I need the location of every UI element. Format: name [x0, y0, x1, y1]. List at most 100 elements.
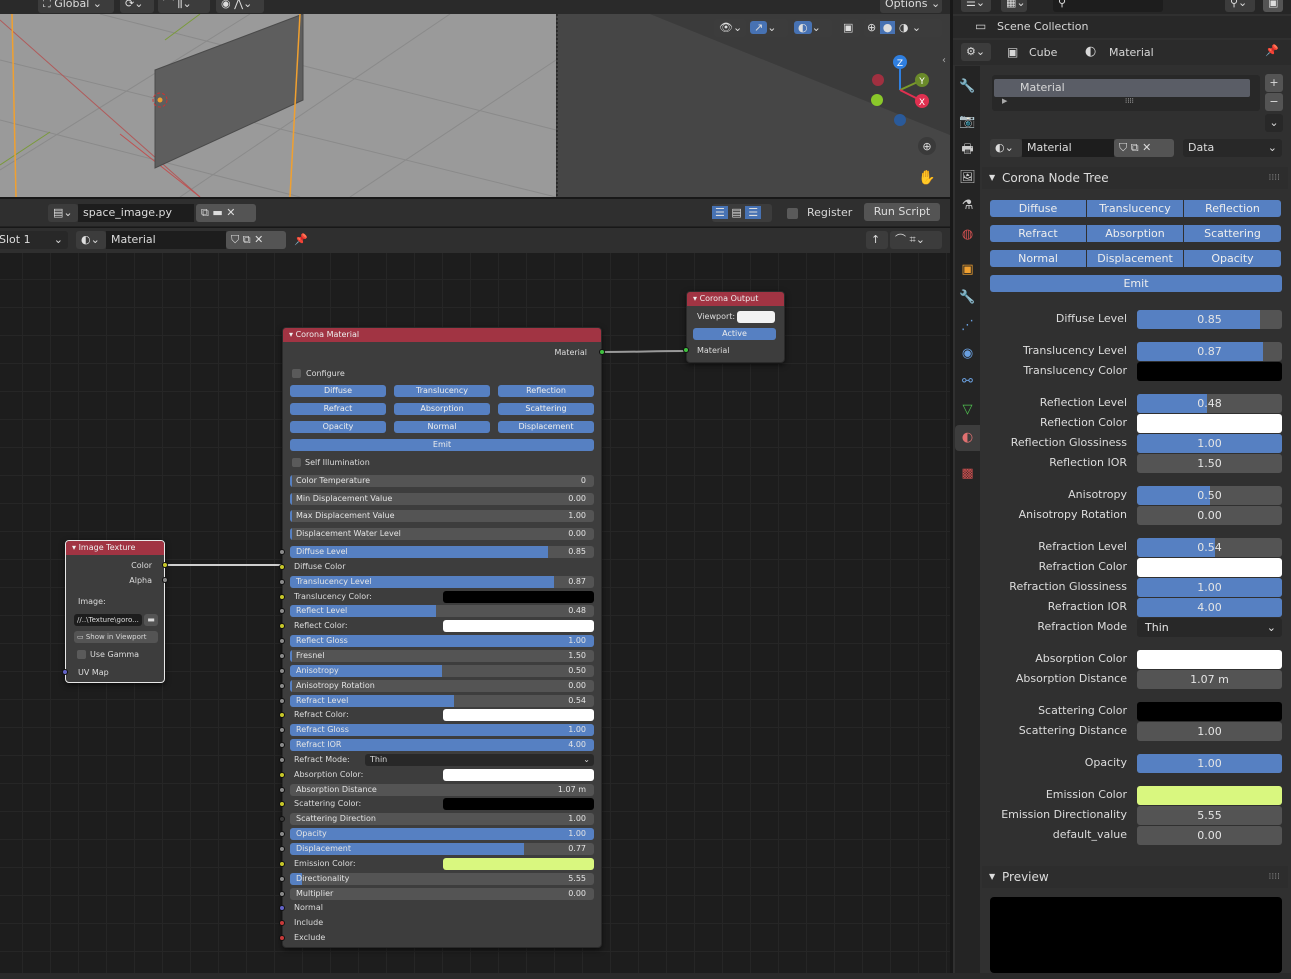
- input-anisotropy[interactable]: Anisotropy 0.50: [290, 664, 594, 677]
- color-output-socket[interactable]: [162, 562, 168, 568]
- use-gamma-checkbox[interactable]: [77, 650, 86, 659]
- props-button-reflection[interactable]: Reflection: [1184, 200, 1281, 217]
- refract-mode-socket[interactable]: [279, 756, 285, 763]
- anisotropy-slider[interactable]: 0.50: [1137, 486, 1282, 505]
- alpha-output-socket[interactable]: [162, 577, 168, 583]
- input-reflect-gloss[interactable]: Reflect Gloss 1.00: [290, 635, 594, 648]
- reflect-gloss-socket[interactable]: [279, 638, 285, 645]
- tab-scene[interactable]: ⚗: [955, 193, 980, 219]
- absorption-color-swatch[interactable]: [1137, 650, 1282, 669]
- scattering-color-swatch[interactable]: [1137, 702, 1282, 721]
- reflect-color-socket[interactable]: [279, 623, 285, 630]
- tab-render[interactable]: 📷: [955, 109, 980, 135]
- display-mode-dropdown[interactable]: ☰⌄: [961, 0, 991, 12]
- visibility-dropdown[interactable]: 👁⌄: [714, 19, 746, 37]
- sidebar-toggle-arrow[interactable]: ‹: [942, 55, 946, 66]
- active-button[interactable]: Active: [693, 328, 776, 340]
- input-refract-level[interactable]: Refract Level 0.54: [290, 694, 594, 707]
- material-input-socket[interactable]: [683, 347, 689, 353]
- node-corona-material[interactable]: ▾ Corona Material Material Configure Dif…: [279, 327, 605, 948]
- input-refract-ior[interactable]: Refract IOR 4.00: [290, 739, 594, 752]
- normal-socket[interactable]: [279, 905, 285, 912]
- duplicate-icon[interactable]: ⧉: [1131, 141, 1139, 154]
- unlink-icon[interactable]: ✕: [226, 206, 235, 219]
- input-diffuse-level[interactable]: Diffuse Level 0.85: [290, 546, 594, 558]
- input-scattering-direction[interactable]: Scattering Direction 1.00: [290, 813, 594, 826]
- material-output-socket[interactable]: [599, 349, 605, 355]
- directionality-socket[interactable]: [279, 875, 285, 882]
- remove-slot-button[interactable]: −: [1265, 93, 1283, 111]
- node-header[interactable]: ▾ Corona Material: [283, 328, 601, 342]
- material-slot-item[interactable]: Material: [994, 79, 1250, 97]
- opacity-socket[interactable]: [279, 831, 285, 838]
- duplicate-icon[interactable]: ⧉: [201, 206, 209, 219]
- translucency-level-slider[interactable]: 0.87: [1137, 342, 1282, 361]
- input-translucency-level[interactable]: Translucency Level 0.87: [290, 575, 594, 588]
- expand-arrow-icon[interactable]: ▶: [1002, 97, 1007, 105]
- unlink-icon[interactable]: ✕: [1142, 141, 1151, 154]
- material-actions[interactable]: ⛉ ⧉ ✕: [226, 231, 286, 249]
- tab-object[interactable]: ▣: [955, 257, 980, 283]
- absorption-distance-slider[interactable]: 1.07 m: [1137, 670, 1282, 689]
- refraction-mode-dropdown[interactable]: Thin ⌄: [1137, 618, 1282, 637]
- text-display-toggles[interactable]: ☰ ▤ ☰: [712, 204, 772, 222]
- node-button-refract[interactable]: Refract: [290, 403, 386, 415]
- tab-view-layer[interactable]: 🖼: [955, 165, 980, 191]
- fake-user-shield-icon[interactable]: ⛉: [1119, 141, 1127, 154]
- translucency-color-socket[interactable]: [279, 593, 285, 600]
- node-button-scattering[interactable]: Scattering: [498, 403, 594, 415]
- configure-checkbox[interactable]: [292, 369, 301, 378]
- absorption-distance-socket[interactable]: [279, 786, 285, 793]
- props-button-refract[interactable]: Refract: [990, 225, 1086, 242]
- scattering-direction-socket[interactable]: [279, 816, 285, 823]
- slot-specials-dropdown[interactable]: ⌄: [1265, 114, 1283, 132]
- props-button-translucency[interactable]: Translucency: [1087, 200, 1183, 217]
- reflection-glossiness-slider[interactable]: 1.00: [1137, 434, 1282, 453]
- tab-texture[interactable]: ▩: [955, 461, 980, 487]
- emission-color-swatch[interactable]: [443, 857, 594, 870]
- pin-icon[interactable]: 📌: [1265, 44, 1279, 57]
- preview-panel-header[interactable]: ▼ Preview ⁞⁞⁞⁞: [982, 866, 1288, 888]
- absorption-color-swatch[interactable]: [443, 768, 594, 781]
- emission-color-swatch[interactable]: [1137, 786, 1282, 805]
- param-max-displacement-value[interactable]: Max Displacement Value 1.00: [290, 510, 594, 523]
- include-socket[interactable]: [279, 920, 285, 927]
- gizmo-toggle[interactable]: ↗ ⌄: [750, 19, 788, 37]
- tab-modifiers[interactable]: 🔧: [955, 285, 980, 311]
- opacity-slider[interactable]: 1.00: [1137, 754, 1282, 773]
- overlay-toggle[interactable]: ◐ ⌄: [794, 19, 832, 37]
- viewport-color-swatch[interactable]: [737, 311, 775, 323]
- reflection-color-swatch[interactable]: [1137, 414, 1282, 433]
- refraction-color-swatch[interactable]: [1137, 558, 1282, 577]
- node-canvas[interactable]: ▾ Corona Output Viewport: Active Materia…: [0, 253, 950, 979]
- run-script-button[interactable]: Run Script: [864, 203, 940, 221]
- tab-output[interactable]: 🖶: [955, 137, 980, 163]
- anisotropy-rotation-socket[interactable]: [279, 682, 285, 689]
- reflect-level-socket[interactable]: [279, 608, 285, 615]
- emission-directionality-slider[interactable]: 5.55: [1137, 806, 1282, 825]
- tab-physics[interactable]: ◉: [955, 341, 980, 367]
- diffuse-level-slider[interactable]: 0.85: [1137, 310, 1282, 329]
- new-collection-icon[interactable]: ▣: [1263, 0, 1283, 12]
- snap-dropdown[interactable]: ⌒ ⫼⌄: [158, 0, 210, 13]
- refract-mode-dropdown[interactable]: Thin ⌄: [365, 753, 594, 766]
- material-actions[interactable]: ⛉ ⧉ ✕: [1114, 139, 1174, 157]
- node-header[interactable]: ▾ Image Texture: [66, 541, 164, 555]
- node-button-reflection[interactable]: Reflection: [498, 385, 594, 397]
- node-button-displacement[interactable]: Displacement: [498, 421, 594, 433]
- breadcrumb-material[interactable]: Material: [1109, 46, 1154, 59]
- open-folder-icon[interactable]: ▬: [212, 206, 222, 219]
- parent-node-tree-icon[interactable]: ↑: [866, 231, 888, 249]
- input-reflect-level[interactable]: Reflect Level 0.48: [290, 605, 594, 618]
- node-button-opacity[interactable]: Opacity: [290, 421, 386, 433]
- editor-type-dropdown[interactable]: ⚙⌄: [961, 43, 991, 61]
- diffuse-color-socket[interactable]: [279, 563, 285, 570]
- props-button-normal[interactable]: Normal: [990, 250, 1086, 267]
- node-button-diffuse[interactable]: Diffuse: [290, 385, 386, 397]
- input-fresnel[interactable]: Fresnel 1.50: [290, 649, 594, 662]
- options-dropdown[interactable]: Options ⌄: [880, 0, 942, 13]
- image-path-field[interactable]: //..\Texture\goro...: [74, 614, 142, 626]
- input-refract-gloss[interactable]: Refract Gloss 1.00: [290, 724, 594, 737]
- add-slot-button[interactable]: +: [1265, 74, 1283, 92]
- text-file-actions[interactable]: ⧉ ▬ ✕: [196, 204, 256, 222]
